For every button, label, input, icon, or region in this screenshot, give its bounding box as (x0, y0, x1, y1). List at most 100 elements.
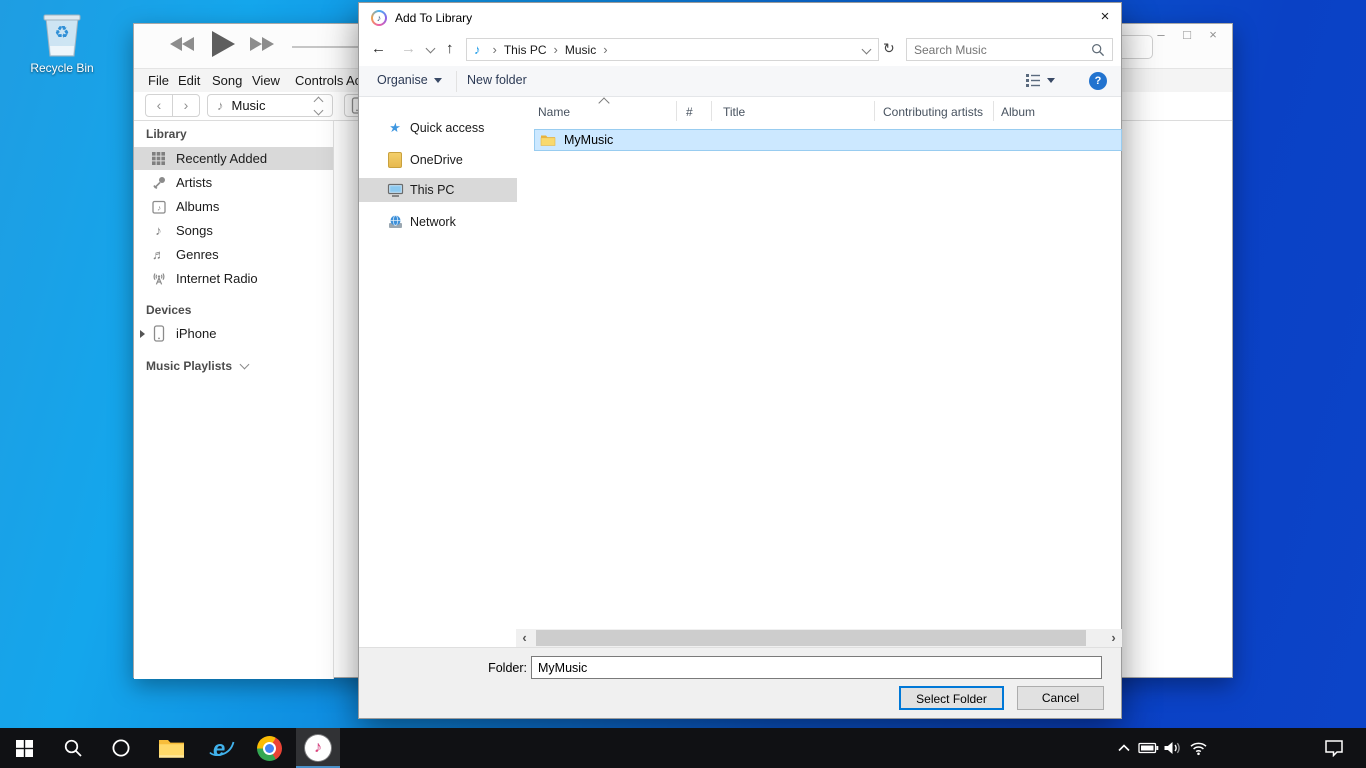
album-icon: ♪ (150, 199, 167, 215)
menu-controls[interactable]: Controls (295, 73, 343, 88)
breadcrumb-music[interactable]: Music (565, 43, 596, 57)
search-icon[interactable] (1091, 43, 1105, 57)
address-dropdown-icon[interactable] (862, 45, 872, 55)
help-button[interactable]: ? (1089, 72, 1107, 90)
taskbar-itunes-active[interactable]: ♪ (296, 728, 340, 768)
dialog-close-button[interactable]: × (1087, 3, 1123, 31)
music-note-icon: ♪ (150, 223, 167, 238)
taskbar-internet-explorer[interactable]: e (199, 728, 243, 768)
refresh-button[interactable]: ↻ (883, 40, 895, 57)
cancel-button[interactable]: Cancel (1017, 686, 1104, 710)
chrome-icon (257, 736, 282, 761)
devices-header: Devices (146, 303, 191, 317)
new-folder-button[interactable]: New folder (467, 73, 527, 87)
back-button[interactable]: ← (371, 40, 386, 57)
fast-forward-icon[interactable] (250, 36, 276, 52)
view-mode-button[interactable] (1025, 73, 1055, 88)
radio-tower-icon (150, 271, 167, 287)
add-to-library-dialog: ♪ Add To Library × ← → ↑ ♪ › This PC › M… (358, 2, 1122, 719)
search-input[interactable] (907, 42, 1091, 58)
scroll-right-arrow[interactable]: › (1105, 629, 1122, 647)
recycle-bin-shortcut[interactable]: ♻ Recycle Bin (24, 10, 100, 80)
music-playlists-header[interactable]: Music Playlists (146, 359, 248, 373)
breadcrumb-this-pc[interactable]: This PC (504, 43, 547, 57)
sort-ascending-icon (598, 97, 609, 108)
onedrive-icon (386, 152, 404, 168)
organise-button[interactable]: Organise (377, 73, 442, 87)
up-button[interactable]: ↑ (446, 40, 454, 57)
sidebar-item-albums[interactable]: ♪ Albums (134, 195, 333, 218)
itunes-search-field[interactable] (1117, 35, 1153, 59)
itunes-icon: ♪ (305, 735, 331, 761)
disclosure-triangle-icon[interactable] (140, 330, 145, 338)
tray-volume[interactable] (1160, 728, 1184, 768)
itunes-back-button[interactable]: ‹ (145, 94, 173, 117)
folder-name-input[interactable] (531, 656, 1102, 679)
sidebar-item-iphone[interactable]: iPhone (134, 322, 333, 345)
column-header-number[interactable]: # (686, 105, 693, 119)
taskbar: e ♪ (0, 728, 1366, 768)
svg-text:e: e (213, 736, 225, 761)
itunes-forward-button[interactable]: › (172, 94, 200, 117)
phone-icon (150, 325, 167, 342)
nav-item-this-pc[interactable]: This PC (359, 178, 517, 202)
menu-file[interactable]: File (148, 73, 169, 88)
nav-item-onedrive[interactable]: OneDrive (359, 148, 517, 172)
media-kind-selector[interactable]: ♪ Music (207, 94, 333, 117)
desktop: ♻ Recycle Bin – □ × File Edit Song (0, 0, 1366, 768)
column-header-album[interactable]: Album (1001, 105, 1035, 119)
microphone-icon (150, 175, 167, 191)
svg-text:♻: ♻ (54, 23, 69, 42)
taskbar-file-explorer[interactable] (149, 728, 193, 768)
media-kind-label: Music (232, 98, 316, 113)
forward-button[interactable]: → (401, 40, 416, 57)
library-header: Library (146, 127, 187, 141)
taskbar-search-button[interactable] (51, 728, 95, 768)
address-bar[interactable]: ♪ › This PC › Music › (466, 38, 879, 61)
menu-view[interactable]: View (252, 73, 280, 88)
file-row-mymusic[interactable]: MyMusic (534, 129, 1122, 151)
recent-locations-chevron-icon[interactable] (426, 44, 436, 54)
tray-network[interactable] (1186, 728, 1210, 768)
start-button[interactable] (2, 728, 46, 768)
nav-item-network[interactable]: Network (359, 210, 517, 234)
volume-slider[interactable] (292, 46, 359, 48)
sidebar-item-recently-added[interactable]: Recently Added (134, 147, 333, 170)
select-folder-button[interactable]: Select Folder (899, 686, 1004, 710)
rewind-icon[interactable] (170, 36, 196, 52)
file-explorer-icon (158, 738, 185, 759)
chevron-down-icon (240, 360, 250, 370)
windows-logo-icon (16, 740, 33, 757)
play-icon[interactable] (210, 30, 236, 58)
folder-icon (540, 133, 556, 147)
dialog-titlebar[interactable]: ♪ Add To Library × (359, 3, 1121, 33)
stepper-icon (315, 98, 322, 114)
sidebar-item-internet-radio[interactable]: Internet Radio (134, 267, 333, 290)
sidebar-item-genres[interactable]: ♬ Genres (134, 243, 333, 266)
itunes-minimize-button[interactable]: – (1152, 27, 1170, 42)
itunes-maximize-button[interactable]: □ (1178, 27, 1196, 42)
horizontal-scrollbar[interactable]: ‹ › (516, 629, 1122, 647)
music-folder-icon: ♪ (474, 42, 481, 57)
scrollbar-thumb[interactable] (536, 630, 1086, 646)
sidebar-item-songs[interactable]: ♪ Songs (134, 219, 333, 242)
tray-battery[interactable] (1136, 728, 1160, 768)
breadcrumb-separator-icon: › (554, 42, 558, 57)
cortana-button[interactable] (99, 728, 143, 768)
chevron-down-icon (434, 78, 442, 83)
column-header-title[interactable]: Title (723, 105, 745, 119)
scroll-left-arrow[interactable]: ‹ (516, 629, 533, 647)
breadcrumb-separator-icon: › (603, 42, 607, 57)
sidebar-item-artists[interactable]: Artists (134, 171, 333, 194)
internet-explorer-icon: e (208, 735, 235, 762)
menu-song[interactable]: Song (212, 73, 242, 88)
nav-item-quick-access[interactable]: ★ Quick access (359, 116, 517, 140)
search-box[interactable] (906, 38, 1113, 61)
menu-edit[interactable]: Edit (178, 73, 200, 88)
tray-expand-button[interactable] (1112, 728, 1136, 768)
column-header-contributing-artists[interactable]: Contributing artists (883, 105, 983, 119)
action-center-button[interactable] (1322, 728, 1346, 768)
column-header-name[interactable]: Name (538, 105, 570, 119)
taskbar-chrome[interactable] (247, 728, 291, 768)
itunes-close-button[interactable]: × (1204, 27, 1222, 42)
